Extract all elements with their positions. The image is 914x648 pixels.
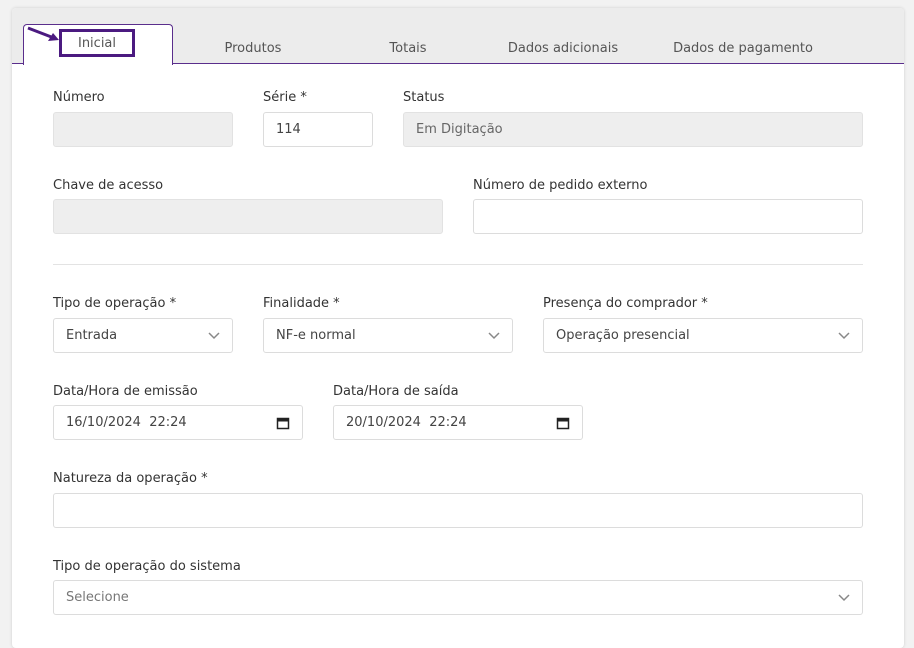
finalidade-select[interactable]: NF-e normal: [263, 318, 513, 353]
tipo-sistema-placeholder: Selecione: [66, 590, 129, 605]
chevron-down-icon: [838, 332, 850, 340]
numero-label: Número: [53, 90, 105, 105]
calendar-icon[interactable]: [276, 416, 290, 430]
tipo-operacao-select[interactable]: Entrada: [53, 318, 233, 353]
tab-dados-adicionais[interactable]: Dados adicionais: [494, 32, 632, 64]
status-value: Em Digitação: [416, 122, 503, 137]
tab-dados-adicionais-label: Dados adicionais: [507, 40, 619, 56]
status-field: Em Digitação: [403, 112, 863, 147]
data-emissao-input[interactable]: 16/10/2024 22:24: [53, 405, 303, 440]
status-label: Status: [403, 90, 445, 105]
chevron-down-icon: [208, 332, 220, 340]
tipo-operacao-label: Tipo de operação *: [53, 296, 177, 311]
presenca-value: Operação presencial: [556, 328, 690, 343]
arrow-annotation-icon: [27, 26, 59, 41]
pedido-externo-label: Número de pedido externo: [473, 178, 648, 193]
tab-totais[interactable]: Totais: [368, 32, 448, 64]
tab-inicial-label: Inicial: [77, 35, 117, 51]
pedido-externo-field[interactable]: [473, 199, 863, 234]
tab-produtos-label: Produtos: [224, 40, 282, 56]
calendar-icon[interactable]: [556, 416, 570, 430]
serie-field[interactable]: 114: [263, 112, 373, 147]
data-saida-input[interactable]: 20/10/2024 22:24: [333, 405, 583, 440]
tab-dados-pagamento[interactable]: Dados de pagamento: [662, 32, 824, 64]
finalidade-label: Finalidade *: [263, 296, 340, 311]
data-emissao-label: Data/Hora de emissão: [53, 384, 198, 399]
data-saida-value: 20/10/2024 22:24: [346, 415, 467, 430]
tipo-sistema-label: Tipo de operação do sistema: [53, 559, 241, 574]
tab-totais-label: Totais: [389, 40, 427, 56]
section-divider: [53, 264, 863, 265]
numero-field: [53, 112, 233, 147]
tab-bar: Inicial Produtos Totais Dados adicionais…: [12, 8, 904, 65]
serie-label: Série *: [263, 90, 307, 105]
serie-value: 114: [276, 122, 301, 137]
tab-inicial-highlight: Inicial: [59, 29, 135, 57]
chevron-down-icon: [488, 332, 500, 340]
data-emissao-value: 16/10/2024 22:24: [66, 415, 187, 430]
tab-inicial[interactable]: Inicial: [23, 24, 173, 65]
finalidade-value: NF-e normal: [276, 328, 356, 343]
chave-field: [53, 199, 443, 234]
natureza-label: Natureza da operação *: [53, 471, 208, 486]
chave-label: Chave de acesso: [53, 178, 164, 193]
tipo-operacao-value: Entrada: [66, 328, 118, 343]
natureza-input[interactable]: [53, 493, 863, 528]
presenca-label: Presença do comprador *: [543, 296, 708, 311]
tab-produtos[interactable]: Produtos: [194, 32, 312, 64]
data-saida-label: Data/Hora de saída: [333, 384, 459, 399]
tab-dados-pagamento-label: Dados de pagamento: [673, 40, 813, 56]
form-card: Inicial Produtos Totais Dados adicionais…: [12, 8, 904, 648]
chevron-down-icon: [838, 594, 850, 602]
presenca-select[interactable]: Operação presencial: [543, 318, 863, 353]
tipo-sistema-select[interactable]: Selecione: [53, 580, 863, 615]
